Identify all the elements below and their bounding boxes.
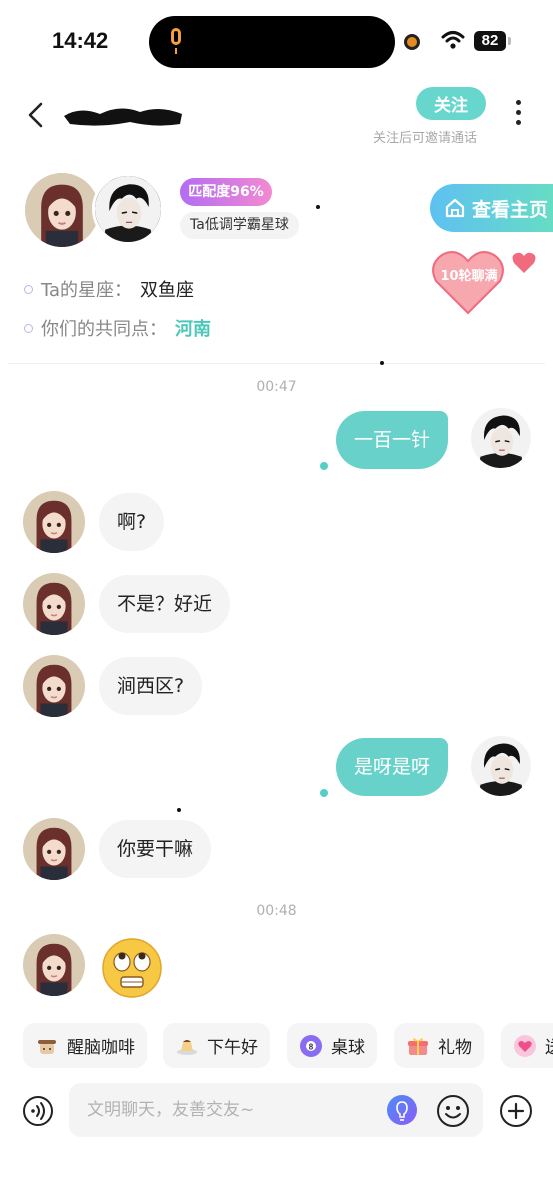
- plus-icon[interactable]: [499, 1094, 533, 1128]
- ai-assistant-icon[interactable]: [386, 1094, 418, 1126]
- view-homepage-label: 查看主页: [472, 199, 549, 221]
- message-bubble-in[interactable]: 涧西区?: [99, 657, 203, 715]
- svg-text:8: 8: [309, 1042, 314, 1051]
- timestamp: 00:47: [256, 379, 297, 395]
- partner-avatar[interactable]: [23, 491, 85, 553]
- stray-dot: [177, 808, 181, 812]
- rolling-eyes-emoji-icon[interactable]: [101, 937, 163, 999]
- battery-indicator: 82: [474, 31, 511, 51]
- zodiac-row: Ta的星座： 双鱼座: [24, 276, 194, 302]
- status-time: 14:42: [52, 28, 109, 53]
- quick-reply-coffee[interactable]: 醒脑咖啡: [23, 1023, 147, 1068]
- zodiac-label: Ta的星座：: [41, 280, 133, 301]
- home-icon: [445, 198, 465, 218]
- partner-avatar[interactable]: [23, 573, 85, 635]
- bullet-icon: [24, 323, 33, 333]
- message-input[interactable]: [69, 1083, 483, 1137]
- message-bubble-out[interactable]: 是呀是呀: [336, 738, 449, 796]
- my-avatar[interactable]: [471, 736, 531, 796]
- follow-hint: 关注后可邀请通话: [373, 131, 478, 146]
- recording-indicator-icon: [404, 34, 420, 50]
- zodiac-value: 双鱼座: [140, 280, 195, 301]
- quick-reply-label: 礼物: [438, 1038, 472, 1058]
- wifi-icon: [441, 31, 465, 49]
- partner-avatar[interactable]: [25, 173, 99, 247]
- my-avatar[interactable]: [471, 408, 531, 468]
- gift-icon: [408, 1037, 428, 1055]
- quick-reply-send[interactable]: 送: [501, 1023, 553, 1068]
- message-bubble-in[interactable]: 啊?: [99, 493, 165, 551]
- quick-reply-label: 送: [545, 1033, 553, 1058]
- common-point-label: 你们的共同点：: [41, 319, 167, 340]
- chat-rounds-label: 10轮聊满: [440, 269, 498, 284]
- quick-reply-label: 醒脑咖啡: [67, 1038, 135, 1058]
- stray-dot: [316, 205, 320, 209]
- bullet-icon: [24, 284, 33, 294]
- match-badge: 匹配度96%: [180, 178, 272, 206]
- common-point-row: 你们的共同点： 河南: [24, 315, 211, 341]
- voice-input-icon[interactable]: [22, 1095, 54, 1127]
- more-options-icon[interactable]: [512, 100, 524, 130]
- message-bubble-out[interactable]: 一百一针: [336, 411, 449, 469]
- coffee-cup-icon: [38, 1039, 56, 1054]
- common-point-value: 河南: [175, 319, 211, 340]
- timestamp: 00:48: [256, 903, 297, 919]
- read-indicator: [320, 789, 328, 797]
- quick-reply-label: 桌球: [331, 1038, 365, 1058]
- view-homepage-button[interactable]: 查看主页: [430, 184, 553, 232]
- partner-avatar[interactable]: [23, 655, 85, 717]
- quick-reply-label: 下午好: [207, 1038, 258, 1058]
- partner-avatar[interactable]: [23, 934, 85, 996]
- pudding-icon: [177, 1039, 197, 1055]
- quick-reply-afternoon[interactable]: 下午好: [163, 1023, 270, 1068]
- read-indicator: [320, 462, 328, 470]
- quick-reply-billiards[interactable]: 8 桌球: [287, 1023, 377, 1068]
- quick-reply-gift[interactable]: 礼物: [394, 1023, 484, 1068]
- dynamic-island: [149, 16, 395, 68]
- emoji-icon[interactable]: [436, 1094, 470, 1128]
- heart-bubble-icon: [514, 1034, 536, 1057]
- chat-rounds-badge: 10轮聊满: [430, 245, 540, 317]
- follow-button[interactable]: 关注: [416, 87, 486, 120]
- planet-tag[interactable]: Ta低调学霸星球: [180, 212, 299, 239]
- back-icon[interactable]: [22, 100, 52, 130]
- message-bubble-in[interactable]: 不是？好近: [99, 575, 231, 633]
- redacted-username: [64, 108, 182, 126]
- my-avatar[interactable]: [92, 173, 164, 245]
- partner-avatar[interactable]: [23, 818, 85, 880]
- message-bubble-in[interactable]: 你要干嘛: [99, 820, 212, 878]
- billiard-ball-icon: 8: [300, 1034, 322, 1057]
- stray-dot: [380, 361, 384, 365]
- microphone-icon: [171, 28, 181, 54]
